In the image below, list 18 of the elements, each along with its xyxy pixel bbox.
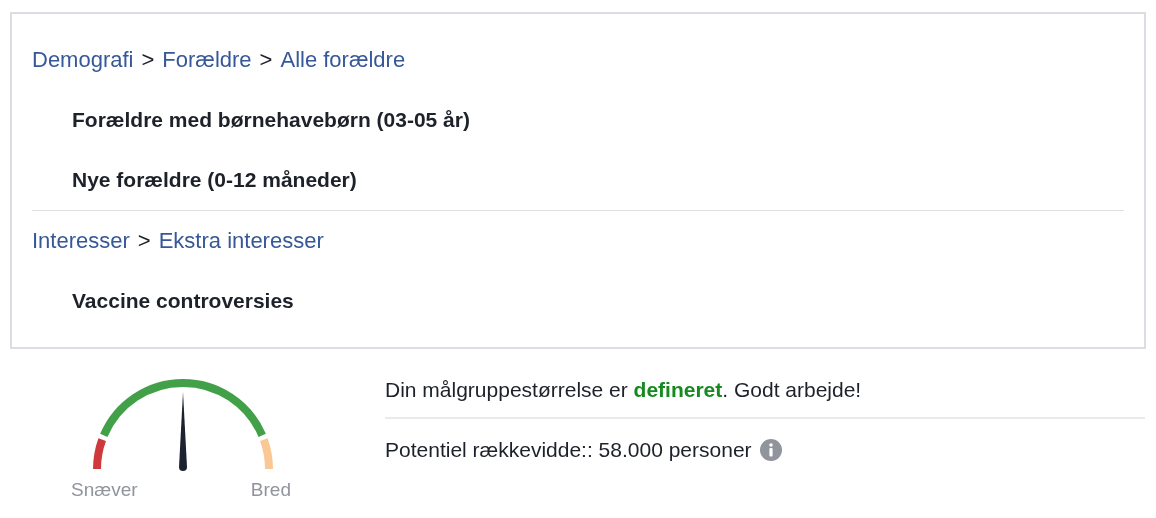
breadcrumb-separator: > [137,228,151,254]
breadcrumb-separator: > [259,47,273,73]
broad-arc [260,438,273,470]
audience-item: Forældre med børnehavebørn (03-05 år) [71,107,471,133]
breadcrumb-link[interactable]: Alle forældre [280,47,406,73]
potential-reach: Potentiel rækkevidde:: 58.000 personer [385,438,752,462]
gauge-label: Snæver [71,479,138,501]
breadcrumb-link[interactable]: Demografi [32,47,134,73]
info-icon[interactable] [759,439,782,461]
narrow-arc [93,438,106,470]
breadcrumb-link[interactable]: Ekstra interesser [158,228,324,254]
breadcrumb-link[interactable]: Interesser [32,228,130,254]
audience-status: Din målgruppestørrelse er defineret. Godt arbejde! [385,378,862,402]
gauge-label: Bred [250,479,291,501]
audience-item: Vaccine controversies [71,288,295,314]
breadcrumb-separator: > [141,47,155,73]
audience-item: Nye forældre (0-12 måneder) [71,167,358,193]
breadcrumb-link[interactable]: Forældre [162,47,252,73]
